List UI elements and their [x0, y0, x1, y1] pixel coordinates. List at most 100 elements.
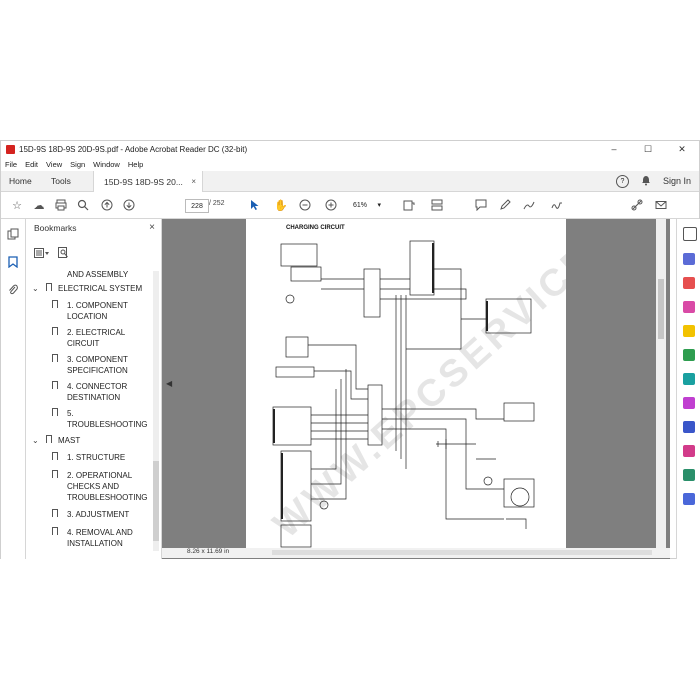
maximize-button[interactable]: ☐ — [631, 141, 665, 157]
menu-edit[interactable]: Edit — [25, 160, 38, 169]
bookmark-item[interactable]: AND ASSEMBLY — [67, 269, 147, 280]
sign-in-button[interactable]: Sign In — [663, 176, 691, 186]
document-viewport[interactable]: ◀ ▶ CHARGING CIRCUIT WWW.EPCSERVICE.COM — [162, 219, 670, 559]
bookmarks-toolbar — [34, 247, 69, 261]
bookmark-icon — [52, 509, 58, 517]
bookmark-label: 3. ADJUSTMENT — [67, 510, 130, 519]
draw-icon[interactable] — [521, 197, 537, 213]
scroll-mode-icon[interactable] — [429, 197, 445, 213]
cloud-upload-icon[interactable]: ☁ — [31, 197, 47, 213]
mail-icon[interactable] — [653, 197, 669, 213]
scrollbar-thumb[interactable] — [658, 279, 664, 339]
hand-tool-icon[interactable]: ✋ — [273, 197, 289, 213]
zoom-out-icon[interactable] — [297, 197, 313, 213]
close-window-button[interactable]: ✕ — [665, 141, 699, 157]
bookmark-label: 3. COMPONENT SPECIFICATION — [67, 355, 128, 375]
tab-tools[interactable]: Tools — [51, 171, 71, 191]
bookmark-label: ELECTRICAL SYSTEM — [58, 284, 143, 293]
chevron-down-icon[interactable]: ⌄ — [32, 435, 39, 446]
search-doc-icon[interactable] — [683, 227, 697, 241]
bookmark-label: 2. OPERATIONAL CHECKS AND TROUBLESHOOTIN… — [67, 471, 148, 502]
status-bar: 8.26 x 11.69 in — [162, 548, 670, 558]
fit-page-icon[interactable] — [401, 197, 417, 213]
bookmark-icon — [52, 354, 58, 362]
chevron-down-icon[interactable]: ⌄ — [32, 283, 39, 294]
select-cursor-icon[interactable] — [247, 197, 263, 213]
zoom-dropdown[interactable]: 61% ▾ — [351, 199, 383, 211]
menu-sign[interactable]: Sign — [70, 160, 85, 169]
bookmark-label: AND ASSEMBLY — [67, 270, 129, 279]
create-pdf-icon[interactable] — [683, 277, 695, 289]
bookmarks-close-icon[interactable]: × — [149, 222, 155, 233]
bookmark-star-icon[interactable]: ☆ — [9, 197, 25, 213]
zoom-value: 61% — [353, 201, 368, 209]
left-navigation-pane — [1, 219, 26, 559]
window-title: 15D-9S 18D-9S 20D-9S.pdf - Adobe Acrobat… — [19, 144, 248, 154]
bookmark-options-icon[interactable] — [34, 248, 50, 260]
document-vertical-scrollbar[interactable] — [656, 219, 666, 549]
main-toolbar: ☆ ☁ 228 / 252 ✋ 61% ▾ — [1, 192, 699, 219]
more-tools-icon[interactable] — [683, 493, 695, 505]
bookmark-icon — [52, 327, 58, 335]
chevron-down-icon: ▾ — [377, 202, 381, 209]
print-icon[interactable] — [53, 197, 69, 213]
bookmarks-panel-icon[interactable] — [6, 255, 20, 269]
search-icon[interactable] — [75, 197, 91, 213]
bookmark-icon — [52, 381, 58, 389]
document-horizontal-scrollbar[interactable] — [272, 550, 652, 555]
next-page-icon[interactable] — [121, 197, 137, 213]
bookmarks-list: AND ASSEMBLY ⌄ ELECTRICAL SYSTEM 1. COMP… — [26, 269, 151, 554]
tab-bar: Home Tools 15D-9S 18D-9S 20... × ? Sign … — [1, 171, 699, 192]
page-total: / 252 — [209, 200, 225, 207]
fill-sign-icon[interactable] — [683, 397, 695, 409]
bookmark-label: 1. COMPONENT LOCATION — [67, 301, 128, 321]
tab-bar-right: ? Sign In — [615, 171, 691, 191]
bookmark-label: 4. CONNECTOR DESTINATION — [67, 382, 128, 402]
export-pdf-icon[interactable] — [683, 253, 695, 265]
acrobat-app-icon — [6, 144, 15, 154]
bookmark-icon — [52, 408, 58, 416]
pdf-page: CHARGING CIRCUIT WWW.EPCSERVICE.COM — [246, 219, 566, 551]
bookmark-label: 2. ELECTRICAL CIRCUIT — [67, 328, 125, 348]
wiring-diagram — [272, 240, 535, 548]
page-size-label: 8.26 x 11.69 in — [187, 548, 230, 555]
menu-view[interactable]: View — [46, 160, 62, 169]
bookmark-icon — [52, 470, 58, 478]
bookmarks-scrollbar[interactable] — [153, 271, 159, 551]
collapse-left-pane-icon[interactable]: ◀ — [166, 379, 172, 388]
scan-ocr-icon[interactable] — [683, 469, 695, 481]
send-review-icon[interactable] — [683, 445, 695, 457]
tab-document[interactable]: 15D-9S 18D-9S 20... × — [93, 171, 203, 192]
highlight-pen-icon[interactable] — [497, 197, 513, 213]
bookmarks-header: Bookmarks — [34, 223, 77, 233]
bookmark-label: 1. STRUCTURE — [67, 453, 126, 462]
tab-home[interactable]: Home — [9, 171, 32, 191]
bookmark-icon — [52, 527, 58, 535]
edit-pdf-icon[interactable] — [683, 301, 695, 313]
help-icon[interactable]: ? — [615, 174, 629, 188]
title-bar: 15D-9S 18D-9S 20D-9S.pdf - Adobe Acrobat… — [1, 141, 699, 157]
page-number-input[interactable]: 228 — [185, 199, 209, 213]
attachments-icon[interactable] — [6, 283, 20, 297]
zoom-in-icon[interactable] — [323, 197, 339, 213]
bell-icon[interactable] — [641, 175, 651, 188]
tab-document-label: 15D-9S 18D-9S 20... — [104, 176, 183, 187]
comment-icon[interactable] — [473, 197, 489, 213]
menu-bar: File Edit View Sign Window Help — [1, 157, 151, 171]
bookmark-search-icon[interactable] — [58, 247, 69, 261]
minimize-button[interactable]: – — [597, 141, 631, 157]
menu-help[interactable]: Help — [128, 160, 143, 169]
page-thumbnails-icon[interactable] — [6, 227, 20, 241]
bookmark-icon — [46, 435, 52, 443]
comment-tool-icon[interactable] — [683, 325, 695, 337]
share-link-icon[interactable] — [629, 197, 645, 213]
menu-file[interactable]: File — [5, 160, 17, 169]
protect-icon[interactable] — [683, 421, 695, 433]
menu-window[interactable]: Window — [93, 160, 120, 169]
prev-page-icon[interactable] — [99, 197, 115, 213]
scrollbar-thumb[interactable] — [153, 461, 159, 541]
organize-pages-icon[interactable] — [683, 373, 695, 385]
tab-close-icon[interactable]: × — [191, 177, 196, 186]
combine-files-icon[interactable] — [683, 349, 695, 361]
sign-icon[interactable] — [549, 197, 565, 213]
